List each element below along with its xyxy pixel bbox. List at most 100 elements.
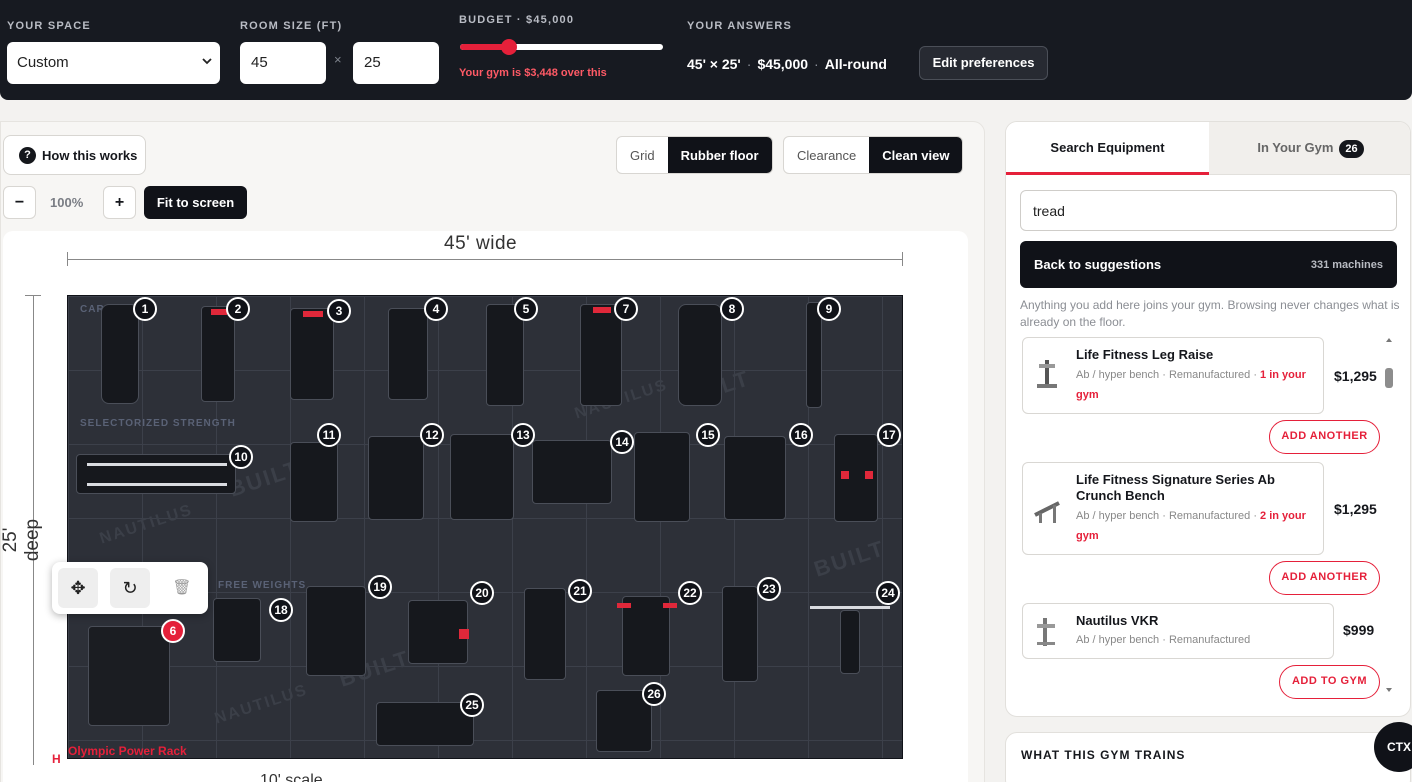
lat-pulldown[interactable] <box>532 440 612 504</box>
equipment-badge[interactable]: 14 <box>610 430 634 454</box>
olympic-power-rack[interactable] <box>88 626 170 726</box>
smith-machine[interactable] <box>306 586 366 676</box>
equipment-badge[interactable]: 23 <box>757 577 781 601</box>
equipment-badge[interactable]: 11 <box>317 423 341 447</box>
equipment-badge-selected[interactable]: 6 <box>161 619 185 643</box>
result-name: Life Fitness Signature Series Ab Crunch … <box>1076 472 1275 503</box>
decline-bench[interactable] <box>617 596 677 676</box>
rotate-icon[interactable]: ↻ <box>110 568 150 608</box>
fit-to-screen-button[interactable]: Fit to screen <box>144 186 247 219</box>
ab-bench-thumbnail <box>1034 501 1060 523</box>
edit-preferences-button[interactable]: Edit preferences <box>919 46 1048 80</box>
result-card[interactable]: Life Fitness Leg Raise Ab / hyper bench … <box>1022 337 1324 414</box>
equipment-badge[interactable]: 9 <box>817 297 841 321</box>
chest-press[interactable] <box>368 436 424 520</box>
plate-loaded-press[interactable] <box>408 600 469 664</box>
shoulder-press[interactable] <box>450 434 514 520</box>
equipment-badge[interactable]: 21 <box>568 579 592 603</box>
tab-in-your-gym[interactable]: In Your Gym 26 <box>1209 122 1410 175</box>
grid-toggle[interactable]: Grid <box>617 137 668 173</box>
equipment-badge[interactable]: 20 <box>470 581 494 605</box>
space-select[interactable]: Custom <box>7 42 220 84</box>
equipment-badge[interactable]: 25 <box>460 693 484 717</box>
machines-count: 331 machines <box>1310 259 1383 271</box>
result-category: Ab / hyper bench · Remanufactured · <box>1076 369 1261 381</box>
equipment-badge[interactable]: 17 <box>877 423 901 447</box>
equipment-badge[interactable]: 2 <box>226 297 250 321</box>
clearance-toggle[interactable]: Clearance <box>784 137 869 173</box>
equipment-badge[interactable]: 5 <box>514 297 538 321</box>
equipment-badge[interactable]: 3 <box>327 299 351 323</box>
functional-trainer[interactable] <box>76 454 236 494</box>
gym-floor[interactable]: CARDIO SELECTORIZED STRENGTH FREE WEIGHT… <box>67 295 903 759</box>
equipment-badge[interactable]: 19 <box>368 575 392 599</box>
upright-bike[interactable] <box>201 306 235 402</box>
seated-row[interactable] <box>724 436 786 520</box>
how-this-works-button[interactable]: ? How this works <box>3 135 146 175</box>
olympic-bench[interactable] <box>810 602 890 676</box>
equipment-badge[interactable]: 10 <box>229 445 253 469</box>
stair-climber[interactable] <box>678 304 722 406</box>
add-to-gym-button[interactable]: ADD TO GYM <box>1279 665 1380 699</box>
zone-label-free-weights: FREE WEIGHTS <box>218 580 307 591</box>
result-price: $999 <box>1343 622 1375 638</box>
result-card[interactable]: Nautilus VKR Ab / hyper bench · Remanufa… <box>1022 603 1334 659</box>
equipment-badge[interactable]: 18 <box>269 598 293 622</box>
budget-slider[interactable] <box>460 39 663 55</box>
equipment-badge[interactable]: 12 <box>420 423 444 447</box>
equipment-badge[interactable]: 7 <box>614 297 638 321</box>
leg-raise-thumbnail <box>1037 360 1057 388</box>
tab-search-equipment[interactable]: Search Equipment <box>1006 122 1209 175</box>
leg-press[interactable] <box>290 442 338 522</box>
leg-extension[interactable] <box>634 432 690 522</box>
clean-view-toggle[interactable]: Clean view <box>869 137 963 173</box>
cross-trainer[interactable] <box>580 304 622 406</box>
add-another-button[interactable]: ADD ANOTHER <box>1269 561 1380 595</box>
room-width-input[interactable]: 45 <box>240 42 326 84</box>
equipment-badge[interactable]: 22 <box>678 581 702 605</box>
equipment-badge[interactable]: 16 <box>789 423 813 447</box>
browse-note: Anything you add here joins your gym. Br… <box>1020 298 1400 329</box>
result-meta: Ab / hyper bench · Remanufactured · 2 in… <box>1076 506 1316 546</box>
ab-crunch[interactable] <box>834 434 878 522</box>
move-icon[interactable]: ✥ <box>58 568 98 608</box>
zoom-in-button[interactable]: + <box>103 186 136 219</box>
rubber-floor-toggle[interactable]: Rubber floor <box>667 137 772 173</box>
zoom-level: 100% <box>50 195 84 210</box>
equipment-badge[interactable]: 1 <box>133 297 157 321</box>
trash-icon[interactable]: 🗑 <box>162 568 202 608</box>
equipment-badge[interactable]: 4 <box>424 297 448 321</box>
equipment-badge[interactable]: 15 <box>696 423 720 447</box>
recumbent-bike[interactable] <box>290 308 334 400</box>
room-depth-input[interactable]: 25 <box>353 42 439 84</box>
equipment-badge[interactable]: 13 <box>511 423 535 447</box>
bench-pad <box>840 610 860 674</box>
equipment-badge[interactable]: 24 <box>876 581 900 605</box>
treadmill[interactable] <box>101 304 139 404</box>
result-category: Ab / hyper bench · Remanufactured · <box>1076 510 1261 522</box>
watermark-nautilus: NAUTILUS <box>97 501 195 548</box>
result-meta: Ab / hyper bench · Remanufactured <box>1076 634 1251 646</box>
selected-equipment-label: Olympic Power Rack <box>68 744 187 758</box>
how-this-works-label: How this works <box>42 148 138 163</box>
equipment-badge[interactable]: 26 <box>642 682 666 706</box>
equipment-badge[interactable]: 8 <box>720 297 744 321</box>
answer-focus: All-round <box>824 56 887 72</box>
cable-column[interactable] <box>806 302 822 408</box>
gym-trains-panel[interactable]: WHAT THIS GYM TRAINS <box>1005 732 1411 782</box>
elliptical[interactable] <box>486 304 524 406</box>
flat-bench[interactable] <box>213 598 261 662</box>
results-scrollbar[interactable] <box>1384 336 1394 696</box>
add-another-button[interactable]: ADD ANOTHER <box>1269 420 1380 454</box>
back-to-suggestions-button[interactable]: Back to suggestions 331 machines <box>1020 241 1397 288</box>
incline-bench[interactable] <box>524 588 566 680</box>
result-card[interactable]: Life Fitness Signature Series Ab Crunch … <box>1022 462 1324 555</box>
result-price: $1,295 <box>1334 501 1377 517</box>
budget-slider-thumb[interactable] <box>500 39 517 55</box>
exercise-bike[interactable] <box>388 308 428 400</box>
dimension-tick <box>67 252 68 266</box>
zoom-out-button[interactable]: − <box>3 186 36 219</box>
ab-bench[interactable] <box>722 586 758 682</box>
dumbbell-rack[interactable] <box>376 702 474 746</box>
equipment-search-input[interactable]: tread <box>1020 190 1397 231</box>
